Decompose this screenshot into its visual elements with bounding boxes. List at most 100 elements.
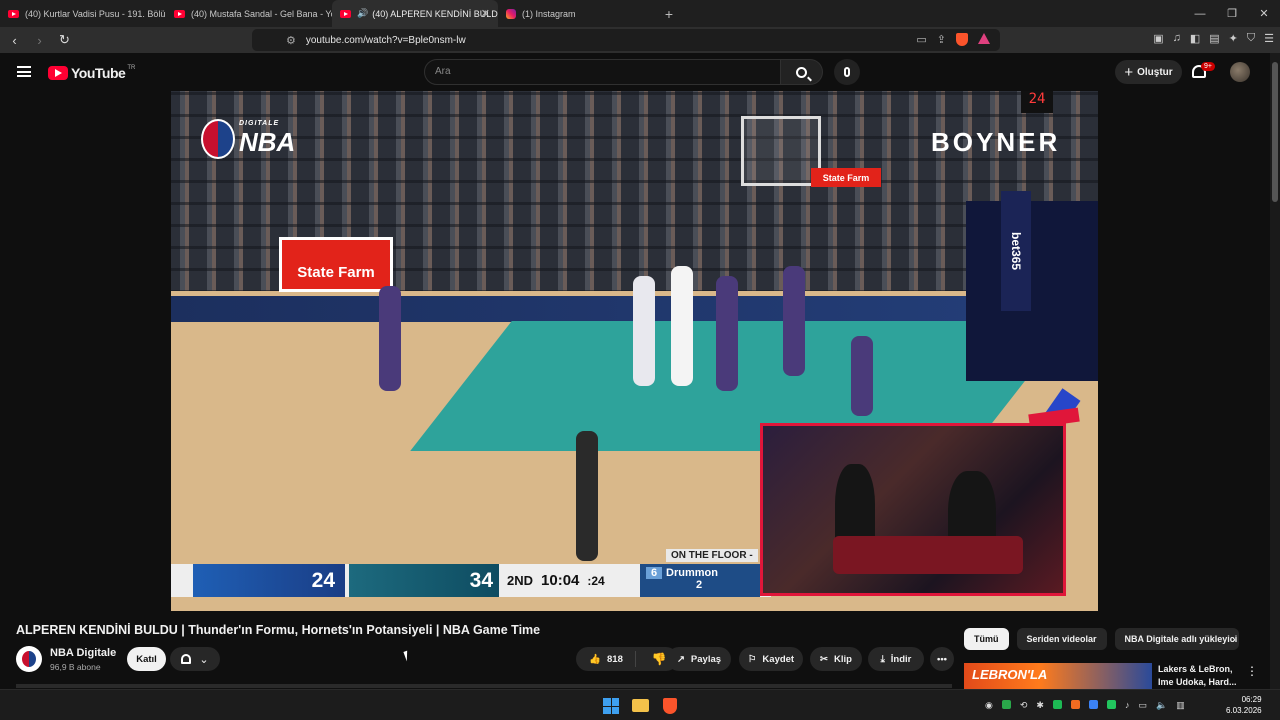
menu-icon[interactable]: ☰ [1264, 32, 1274, 45]
video-player[interactable]: 24 State Farm State Farm bet365 DIGITALE… [171, 91, 1098, 611]
account-avatar[interactable] [1230, 62, 1250, 82]
search-input[interactable]: Ara [424, 59, 781, 85]
vpn-icon[interactable]: ⛉ [1247, 32, 1255, 45]
browser-tab-2[interactable]: (40) Mustafa Sandal - Gel Bana - You [166, 0, 332, 27]
youtube-header: YouTube TR Ara + Oluştur 9+ [0, 53, 1270, 91]
minimize-button[interactable]: — [1184, 0, 1216, 27]
channel-avatar[interactable] [16, 646, 42, 672]
network-icon[interactable]: ▭ [1138, 700, 1147, 711]
tray-app-icon[interactable]: ✱ [1036, 700, 1044, 711]
brave-browser-icon[interactable] [663, 698, 677, 714]
hamburger-menu-icon[interactable] [17, 66, 31, 77]
media-icon[interactable]: ♫ [1173, 32, 1181, 45]
browser-tab-1[interactable]: (40) Kurtlar Vadisi Pusu - 191. Bölüm [0, 0, 166, 27]
youtube-icon [340, 9, 351, 18]
address-bar[interactable]: ⚙ youtube.com/watch?v=Bple0nsm-lw ▭ ⇪ [252, 29, 1000, 51]
statefarm-banner: State Farm [811, 168, 881, 187]
tray-app-icon[interactable]: ⟲ [1020, 700, 1028, 711]
player-figure [851, 336, 873, 416]
create-label: Oluştur [1137, 66, 1173, 78]
create-button[interactable]: + Oluştur [1115, 60, 1182, 84]
battery-icon[interactable]: ▥ [1176, 700, 1185, 711]
arena-shot-clock: 24 [1021, 91, 1053, 113]
download-button[interactable]: ⤓ İndir [868, 647, 924, 671]
mouse-cursor [403, 650, 411, 662]
wallet-icon[interactable]: ▤ [1209, 32, 1219, 45]
back-button[interactable]: ‹ [4, 33, 25, 48]
chevron-right-icon[interactable]: › [1232, 634, 1236, 646]
microphone-tray-icon[interactable]: ♪ [1125, 700, 1130, 711]
restore-button[interactable]: ❐ [1216, 0, 1248, 27]
save-button[interactable]: ⚐ Kaydet [739, 647, 803, 671]
home-score: 24 [193, 564, 345, 597]
tab-title: (1) Instagram [522, 8, 576, 19]
notification-settings-button[interactable]: ⌄ [170, 647, 220, 671]
referee-figure [576, 431, 598, 561]
chip-all[interactable]: Tümü [964, 628, 1009, 650]
youtube-icon [8, 9, 19, 18]
tray-app-icon[interactable]: ◉ [985, 700, 993, 711]
channel-name[interactable]: NBA Digitale [50, 647, 116, 659]
player-stat: 2 [696, 579, 703, 591]
windows-start-icon[interactable] [603, 698, 619, 714]
tray-app-icon[interactable] [1106, 700, 1116, 709]
logo-main: NBA [239, 127, 296, 157]
microphone-icon [844, 67, 850, 77]
scissors-icon: ✂ [820, 653, 828, 665]
reload-button[interactable]: ↻ [54, 32, 75, 48]
youtube-logo[interactable]: YouTube TR [48, 65, 135, 81]
system-tray: ◉ ⟲ ✱ ♪ ▭ 🔈 ▥ [985, 700, 1185, 711]
volume-icon[interactable]: 🔈 [1156, 700, 1167, 711]
brave-rewards-icon[interactable] [978, 33, 990, 44]
share-arrow-icon: ↗ [676, 653, 685, 665]
tray-app-icon[interactable] [1001, 700, 1011, 709]
like-button[interactable]: 👍 818 [577, 651, 636, 667]
bookmark-save-icon: ⚐ [747, 653, 757, 665]
more-vertical-icon[interactable]: ⋮ [1246, 664, 1258, 678]
browser-tab-4[interactable]: (1) Instagram [498, 0, 664, 27]
player-figure [783, 266, 805, 376]
tray-app-icon[interactable] [1088, 700, 1098, 709]
forward-button[interactable]: › [29, 33, 50, 48]
player-figure [716, 276, 738, 391]
studio-desk [833, 536, 1023, 574]
chip-uploader[interactable]: NBA Digitale adlı yükleyici [1114, 628, 1239, 650]
thumbs-up-icon: 👍 [589, 653, 602, 665]
more-actions-button[interactable]: ••• [930, 647, 954, 671]
join-button[interactable]: Katıl [127, 647, 166, 671]
tray-app-icon[interactable] [1052, 700, 1062, 709]
leo-ai-icon[interactable]: ✦ [1229, 32, 1238, 45]
reader-icon[interactable]: ▣ [1153, 32, 1163, 45]
nba-ball-icon [201, 119, 235, 159]
voice-search-button[interactable] [834, 59, 860, 85]
related-video-thumbnail[interactable]: LEBRON'LA [964, 663, 1152, 689]
browser-tab-3[interactable]: 🔊 (40) ALPEREN KENDİNİ BULD ✕ [332, 0, 498, 27]
youtube-play-icon [48, 66, 68, 80]
related-video-title[interactable]: Lakers & LeBron, Ime Udoka, Hard... [1158, 663, 1238, 689]
tab-title: (40) Mustafa Sandal - Gel Bana - You [191, 8, 332, 19]
sidebar-icon[interactable]: ◧ [1190, 32, 1200, 45]
notification-badge: 9+ [1201, 62, 1215, 71]
clip-button[interactable]: ✂ Klip [810, 647, 862, 671]
new-tab-button[interactable]: + [656, 6, 682, 22]
game-clock: 10:04 [541, 572, 580, 589]
scrollbar-thumb[interactable] [1272, 62, 1278, 202]
close-window-button[interactable]: ✕ [1248, 0, 1280, 27]
speaker-icon[interactable]: 🔊 [357, 8, 368, 19]
tray-app-icon[interactable] [1070, 700, 1080, 709]
related-filter-chips: Tümü Seriden videolar NBA Digitale adlı … [964, 628, 1239, 650]
brave-shields-icon[interactable] [956, 33, 968, 46]
on-the-floor-label: ON THE FLOOR - [666, 549, 758, 562]
clock-time: 06:29 [1241, 695, 1262, 704]
file-explorer-icon[interactable] [632, 699, 649, 712]
cast-icon[interactable]: ▭ [916, 33, 926, 46]
close-tab-icon[interactable]: ✕ [481, 7, 490, 20]
search-button[interactable] [781, 59, 823, 85]
share-button[interactable]: ↗ Paylaş [667, 647, 731, 671]
url-text: youtube.com/watch?v=Bple0nsm-lw [305, 34, 466, 46]
share-icon[interactable]: ⇪ [937, 33, 946, 46]
clock[interactable]: 06:29 6.03.2026 [1226, 694, 1262, 716]
player-number: 6 [646, 567, 662, 579]
site-settings-icon[interactable]: ⚙ [286, 34, 296, 47]
chip-series[interactable]: Seriden videolar [1016, 628, 1107, 650]
